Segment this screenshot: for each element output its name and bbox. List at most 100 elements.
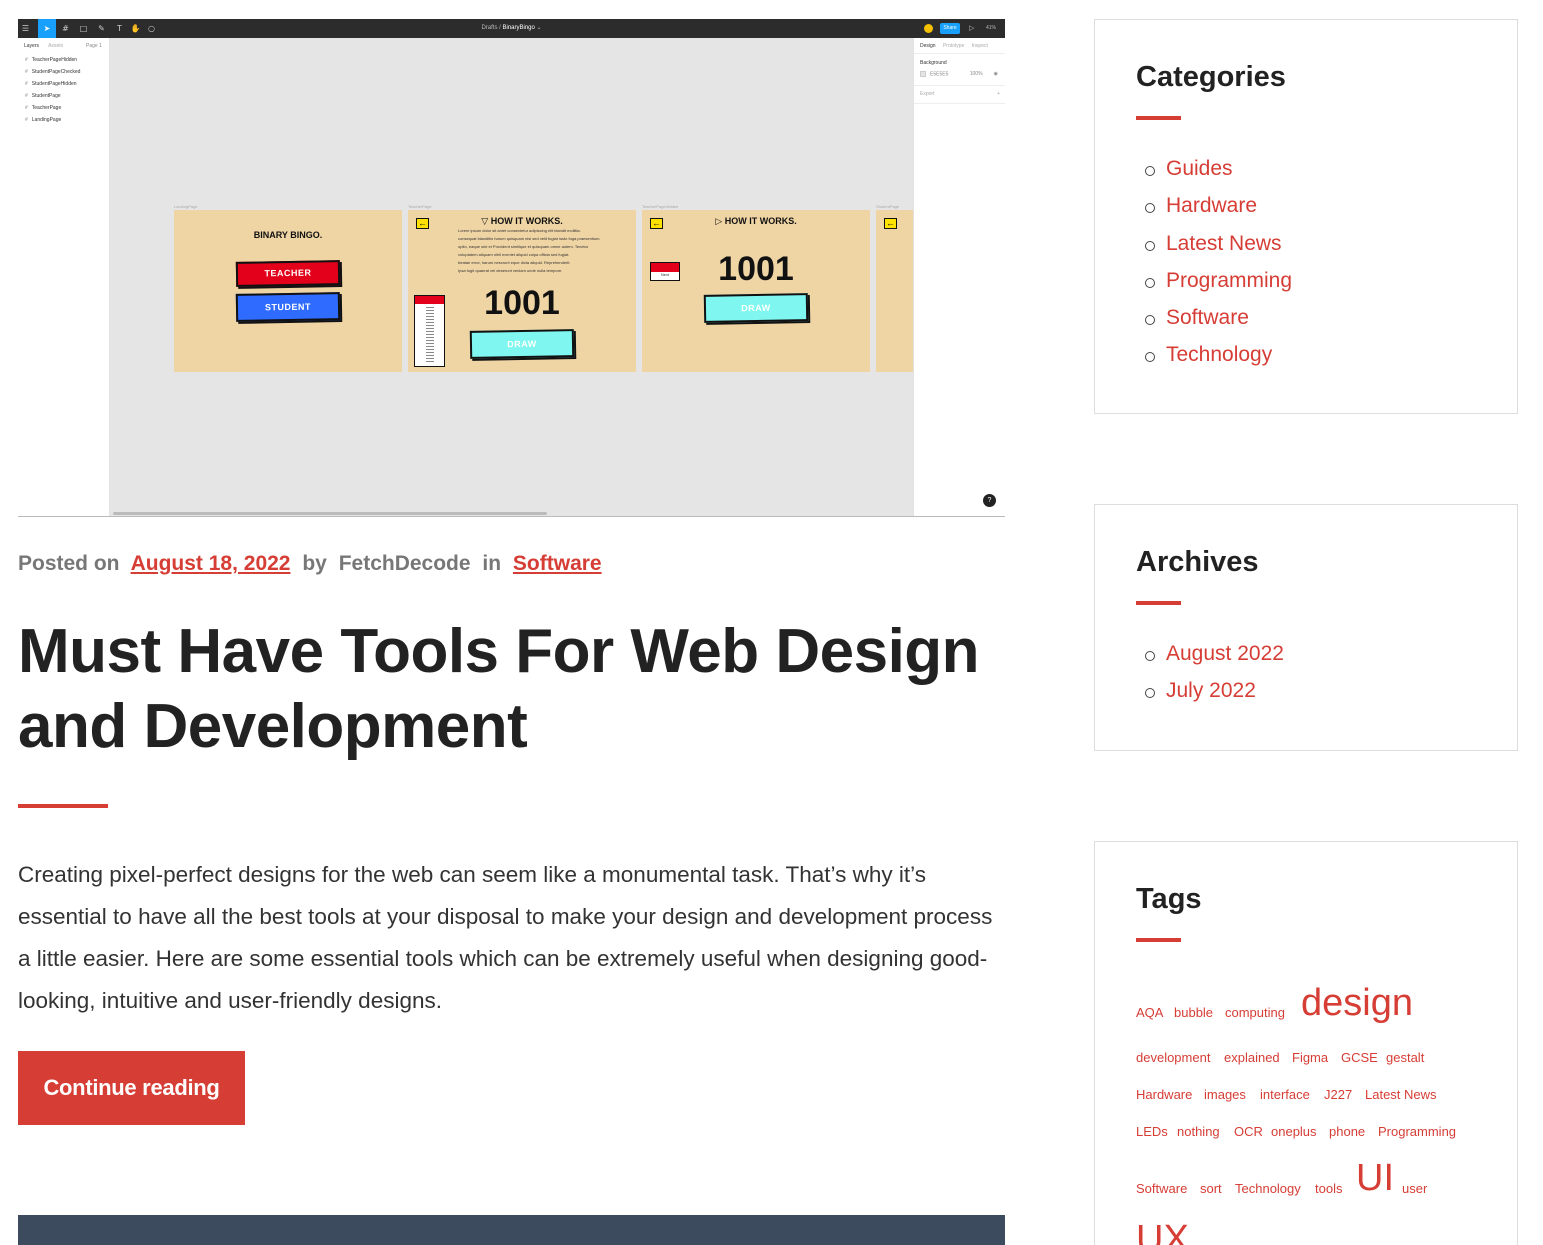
instructions-text: Lorem ipsum dolor sit amet consectetur a…: [458, 228, 601, 273]
category-link-latest-news[interactable]: Latest News: [1144, 232, 1292, 269]
how-it-works-heading: ▽ HOW IT WORKS.: [481, 216, 563, 226]
category-link-guides[interactable]: Guides: [1144, 157, 1292, 194]
figma-layer-item: # TeacherPage: [25, 105, 62, 111]
play-icon: ▷: [969, 25, 975, 32]
tag-link-design[interactable]: design: [1301, 982, 1413, 1025]
figma-right-tabs: Design Prototype Inspect: [920, 43, 994, 49]
tag-link-bubble[interactable]: bubble: [1174, 1005, 1213, 1020]
archives-widget: Archives August 2022 July 2022: [1094, 504, 1518, 751]
categories-widget: Categories Guides Hardware Latest News P…: [1094, 19, 1518, 414]
archive-link-july-2022[interactable]: July 2022: [1145, 679, 1284, 716]
figma-page-selector: Page 1: [86, 43, 102, 49]
figma-design-panel: Design Prototype Inspect Background E5E5…: [913, 38, 1005, 516]
frame-landing: BINARY BINGO. TEACHER STUDENT: [174, 210, 402, 372]
categories-list: Guides Hardware Latest News Programming …: [1144, 157, 1292, 381]
tag-link-technology[interactable]: Technology: [1235, 1181, 1301, 1196]
tag-link-user[interactable]: user: [1402, 1181, 1427, 1196]
bingo-number: 1001: [718, 250, 794, 288]
tag-link-phone[interactable]: phone: [1329, 1124, 1365, 1139]
divider: [914, 53, 1005, 54]
widget-title-underline: [1136, 938, 1181, 942]
tag-link-sort[interactable]: sort: [1200, 1181, 1222, 1196]
category-link-hardware[interactable]: Hardware: [1144, 194, 1292, 231]
tag-link-images[interactable]: images: [1204, 1087, 1246, 1102]
post-category-link[interactable]: Software: [513, 552, 602, 575]
avatar: [924, 24, 933, 33]
post-date-link[interactable]: August 18, 2022: [131, 552, 291, 575]
frame-student: ←: [876, 210, 913, 372]
tag-link-nothing[interactable]: nothing: [1177, 1124, 1220, 1139]
category-link-software[interactable]: Software: [1144, 306, 1292, 343]
title-underline: [18, 804, 108, 808]
archive-link-august-2022[interactable]: August 2022: [1145, 642, 1284, 679]
continue-reading-button[interactable]: Continue reading: [18, 1051, 245, 1125]
tag-link-interface[interactable]: interface: [1260, 1087, 1310, 1102]
figma-layer-item: # StudentPageHidden: [25, 81, 77, 87]
how-it-works-heading: ▷ HOW IT WORKS.: [715, 216, 797, 226]
tag-link-leds[interactable]: LEDs: [1136, 1124, 1168, 1139]
post-meta: Posted on August 18, 2022 by FetchDecode…: [18, 552, 602, 576]
figma-share-button: Share: [940, 23, 960, 34]
category-link-programming[interactable]: Programming: [1144, 269, 1292, 306]
figma-tab-inspect: Inspect: [971, 43, 988, 49]
color-swatch: [920, 71, 926, 77]
figma-zoom-level: 41%: [986, 25, 997, 31]
frame-label: LandingPage: [174, 204, 198, 209]
bingo-number: 1001: [484, 284, 560, 322]
canvas-scrollbar: [113, 512, 547, 515]
frame-teacher: ← ▽ HOW IT WORKS. Lorem ipsum dolor sit …: [408, 210, 636, 372]
figma-toolbar: ☰ ➤ # □ ✎ T ✋ ○ Drafts / BinaryBingo ⌄ S…: [18, 19, 1005, 38]
figma-tab-layers: Layers: [24, 43, 40, 49]
featured-image[interactable]: ☰ ➤ # □ ✎ T ✋ ○ Drafts / BinaryBingo ⌄ S…: [18, 19, 1005, 517]
post-title[interactable]: Must Have Tools For Web Design and Devel…: [18, 614, 1018, 764]
divider: [914, 85, 1005, 86]
tag-link-gestalt[interactable]: gestalt: [1386, 1050, 1424, 1065]
tag-link-hardware[interactable]: Hardware: [1136, 1087, 1192, 1102]
figma-tab-design: Design: [920, 43, 936, 49]
archives-list: August 2022 July 2022: [1145, 642, 1284, 717]
tag-link-j227[interactable]: J227: [1324, 1087, 1352, 1102]
tag-link-ocr[interactable]: OCR: [1234, 1124, 1263, 1139]
draw-button: DRAW: [469, 329, 575, 359]
post-excerpt: Creating pixel-perfect designs for the w…: [18, 862, 993, 1013]
next-post-card[interactable]: [18, 1215, 1005, 1245]
eye-icon: ◉: [993, 71, 998, 77]
game-title: BINARY BINGO.: [253, 230, 323, 240]
tags-widget: Tags AQA bubble computing design develop…: [1094, 841, 1518, 1245]
figma-export-row: Export +: [920, 91, 1000, 97]
help-icon: ?: [983, 494, 996, 507]
tag-link-figma[interactable]: Figma: [1292, 1050, 1328, 1065]
figma-file-title: Drafts / BinaryBingo ⌄: [481, 25, 542, 31]
posted-on-label: Posted on: [18, 552, 120, 575]
figma-layer-item: # StudentPage: [25, 93, 61, 99]
post-author: FetchDecode: [338, 552, 471, 575]
draw-button: DRAW: [703, 293, 809, 323]
frame-label: TeacherPage: [408, 204, 432, 209]
tag-link-latest-news[interactable]: Latest News: [1365, 1087, 1437, 1102]
tag-link-aqa[interactable]: AQA: [1136, 1005, 1163, 1020]
by-label: by: [302, 552, 327, 575]
category-link-technology[interactable]: Technology: [1144, 343, 1292, 380]
in-label: in: [482, 552, 502, 575]
divider: [914, 103, 1005, 104]
tag-link-ux[interactable]: UX: [1136, 1218, 1189, 1245]
frame-label: TeacherPageHidden: [642, 204, 679, 209]
figma-layer-item: # TeacherPageHidden: [25, 57, 78, 63]
figma-tab-assets: Assets: [48, 43, 64, 49]
figma-layer-item: # LandingPage: [25, 117, 62, 123]
tag-link-programming[interactable]: Programming: [1378, 1124, 1456, 1139]
tag-link-development[interactable]: development: [1136, 1050, 1210, 1065]
tag-link-computing[interactable]: computing: [1225, 1005, 1285, 1020]
tag-link-software[interactable]: Software: [1136, 1181, 1187, 1196]
tag-link-tools[interactable]: tools: [1315, 1181, 1342, 1196]
tag-link-gcse[interactable]: GCSE: [1341, 1050, 1378, 1065]
plus-icon: +: [997, 91, 1000, 97]
figma-tab-prototype: Prototype: [942, 43, 965, 49]
figma-layers-panel: Layers Assets Page 1 # TeacherPageHidden …: [18, 38, 110, 516]
teacher-button: TEACHER: [235, 260, 341, 287]
tag-link-oneplus[interactable]: oneplus: [1271, 1124, 1317, 1139]
widget-title-underline: [1136, 116, 1181, 120]
tag-link-ui[interactable]: UI: [1356, 1157, 1394, 1200]
frame-label: StudentPage: [876, 204, 900, 209]
tag-link-explained[interactable]: explained: [1224, 1050, 1280, 1065]
